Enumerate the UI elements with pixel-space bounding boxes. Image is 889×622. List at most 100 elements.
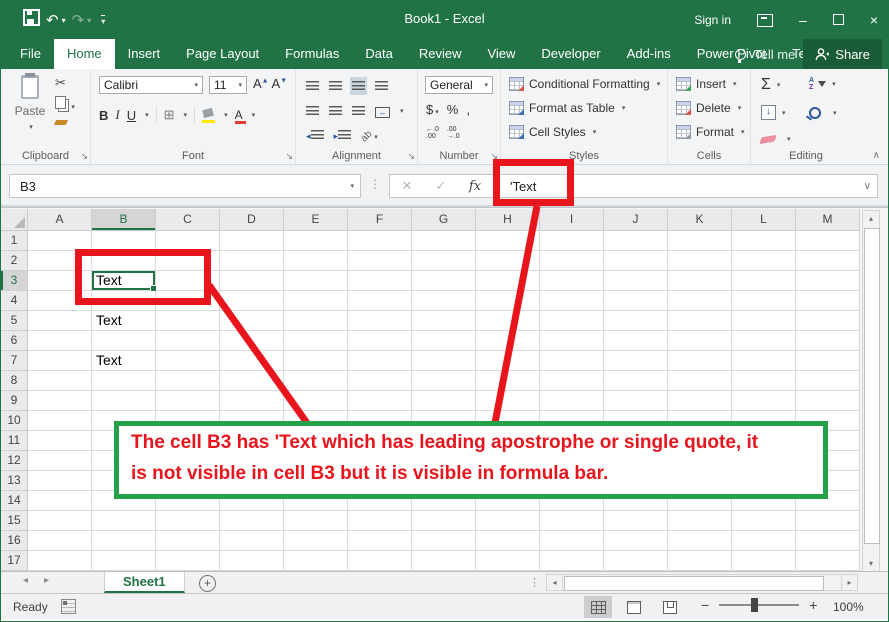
cell-G4[interactable]	[412, 291, 476, 311]
center-button[interactable]	[327, 102, 344, 120]
format-painter-icon[interactable]	[54, 120, 68, 125]
cell-E17[interactable]	[284, 551, 348, 571]
format-as-table-button[interactable]: Format as Table ▾	[509, 101, 625, 115]
column-header-C[interactable]: C	[156, 209, 220, 231]
cell-K4[interactable]	[668, 291, 732, 311]
cell-L16[interactable]	[732, 531, 796, 551]
cell-A7[interactable]	[28, 351, 92, 371]
paste-dropdown-icon[interactable]: ▾	[29, 124, 33, 131]
cell-I5[interactable]	[540, 311, 604, 331]
cell-K2[interactable]	[668, 251, 732, 271]
scroll-right-icon[interactable]: ▸	[841, 575, 857, 590]
row-header-10[interactable]: 10	[1, 411, 28, 431]
row-header-2[interactable]: 2	[1, 251, 28, 271]
cell-M3[interactable]	[796, 271, 860, 291]
row-header-9[interactable]: 9	[1, 391, 28, 411]
cell-B7[interactable]: Text	[92, 351, 156, 371]
page-layout-view-button[interactable]	[620, 596, 648, 618]
cell-A1[interactable]	[28, 231, 92, 251]
cell-H2[interactable]	[476, 251, 540, 271]
cell-J8[interactable]	[604, 371, 668, 391]
vertical-scrollbar[interactable]: ▴ ▾	[862, 210, 880, 572]
cell-J15[interactable]	[604, 511, 668, 531]
font-name-dropdown-icon[interactable]: ▾	[194, 81, 198, 89]
cell-K3[interactable]	[668, 271, 732, 291]
select-all-corner[interactable]	[1, 209, 28, 231]
cell-H8[interactable]	[476, 371, 540, 391]
sort-filter-dropdown-icon[interactable]: ▾	[832, 80, 836, 88]
minimize-button[interactable]: –	[799, 13, 807, 27]
cell-E8[interactable]	[284, 371, 348, 391]
cell-I6[interactable]	[540, 331, 604, 351]
cell-E4[interactable]	[284, 291, 348, 311]
accounting-format-button[interactable]: $▾	[426, 102, 439, 117]
number-format-dropdown-icon[interactable]: ▾	[484, 81, 488, 89]
row-header-7[interactable]: 7	[1, 351, 28, 371]
cell-D1[interactable]	[220, 231, 284, 251]
cell-E5[interactable]	[284, 311, 348, 331]
cell-A10[interactable]	[28, 411, 92, 431]
decrease-indent-button[interactable]: ◂	[304, 126, 326, 144]
cell-C17[interactable]	[156, 551, 220, 571]
cell-B16[interactable]	[92, 531, 156, 551]
cell-C16[interactable]	[156, 531, 220, 551]
cell-J6[interactable]	[604, 331, 668, 351]
clipboard-dialog-launcher-icon[interactable]: ↘	[80, 151, 88, 162]
cell-F3[interactable]	[348, 271, 412, 291]
maximize-button[interactable]	[833, 13, 844, 27]
cell-M6[interactable]	[796, 331, 860, 351]
cell-L6[interactable]	[732, 331, 796, 351]
cell-B8[interactable]	[92, 371, 156, 391]
cell-F2[interactable]	[348, 251, 412, 271]
cell-B15[interactable]	[92, 511, 156, 531]
expand-formula-bar-icon[interactable]: ∨	[864, 181, 871, 192]
cell-B5[interactable]: Text	[92, 311, 156, 331]
name-box-dropdown-icon[interactable]: ▾	[350, 182, 354, 190]
column-header-G[interactable]: G	[412, 209, 476, 231]
autosum-dropdown-icon[interactable]: ▾	[777, 81, 781, 89]
cell-K9[interactable]	[668, 391, 732, 411]
cell-G15[interactable]	[412, 511, 476, 531]
cell-D9[interactable]	[220, 391, 284, 411]
orientation-button[interactable]: ab▾	[359, 126, 380, 144]
column-header-M[interactable]: M	[796, 209, 860, 231]
cell-I7[interactable]	[540, 351, 604, 371]
shrink-font-button[interactable]: A▼	[272, 76, 288, 91]
cell-F4[interactable]	[348, 291, 412, 311]
cell-D8[interactable]	[220, 371, 284, 391]
tab-insert[interactable]: Insert	[115, 39, 174, 69]
sign-in-button[interactable]: Sign in	[694, 13, 731, 27]
cell-styles-dropdown-icon[interactable]: ▾	[593, 128, 597, 136]
cell-L8[interactable]	[732, 371, 796, 391]
cell-A17[interactable]	[28, 551, 92, 571]
cell-M5[interactable]	[796, 311, 860, 331]
italic-button[interactable]: I	[115, 107, 119, 123]
borders-icon[interactable]: ⊞	[164, 107, 175, 123]
merge-dropdown-icon[interactable]: ▾	[400, 107, 404, 115]
cell-L17[interactable]	[732, 551, 796, 571]
cell-B17[interactable]	[92, 551, 156, 571]
wrap-text-button[interactable]	[373, 77, 390, 95]
insert-dropdown-icon[interactable]: ▾	[733, 80, 737, 88]
row-header-8[interactable]: 8	[1, 371, 28, 391]
cell-M4[interactable]	[796, 291, 860, 311]
clear-button[interactable]: ▾	[761, 135, 791, 143]
fill-dropdown-icon[interactable]: ▾	[782, 109, 786, 117]
tab-view[interactable]: View	[474, 39, 528, 69]
tab-file[interactable]: File	[7, 39, 54, 69]
cell-D3[interactable]	[220, 271, 284, 291]
cell-C5[interactable]	[156, 311, 220, 331]
column-header-D[interactable]: D	[220, 209, 284, 231]
cell-G17[interactable]	[412, 551, 476, 571]
insert-function-icon[interactable]: fx	[458, 179, 492, 194]
cell-C1[interactable]	[156, 231, 220, 251]
decrease-decimal-icon[interactable]: .00 →.0	[447, 126, 460, 140]
row-header-15[interactable]: 15	[1, 511, 28, 531]
autosum-button[interactable]: Σ ▾	[761, 76, 780, 94]
column-header-L[interactable]: L	[732, 209, 796, 231]
cell-M16[interactable]	[796, 531, 860, 551]
cell-styles-button[interactable]: Cell Styles ▾	[509, 125, 596, 139]
cell-M17[interactable]	[796, 551, 860, 571]
cell-I16[interactable]	[540, 531, 604, 551]
cell-K17[interactable]	[668, 551, 732, 571]
